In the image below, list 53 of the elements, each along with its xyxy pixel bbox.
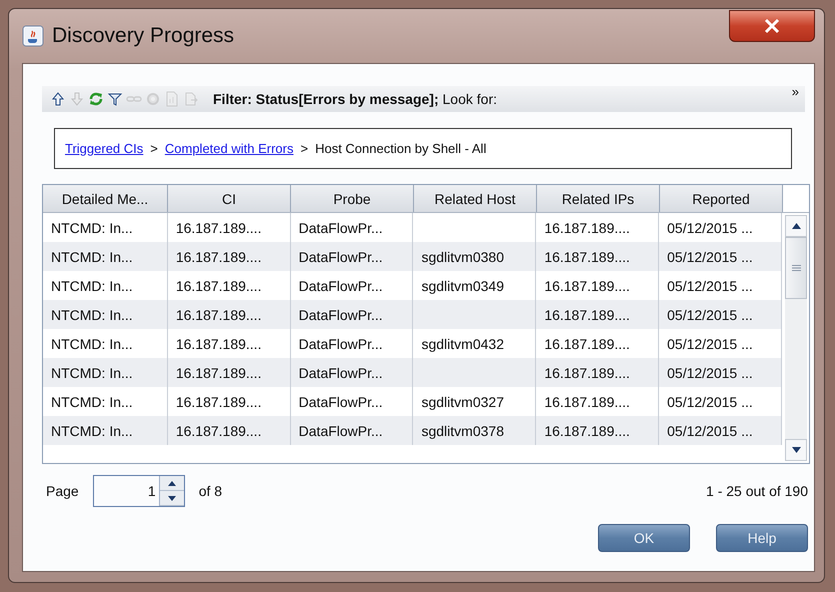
table-cell: 05/12/2015 ...	[659, 242, 782, 271]
table-cell: DataFlowPr...	[290, 242, 414, 271]
table-cell: 05/12/2015 ...	[659, 300, 782, 329]
table-cell: 16.187.189....	[536, 358, 660, 387]
breadcrumb-current: Host Connection by Shell - All	[315, 141, 486, 156]
filter-label: Filter: Status[Errors by message]; Look for:	[213, 91, 497, 107]
table-cell: 16.187.189....	[536, 300, 660, 329]
column-header[interactable]: CI	[168, 185, 291, 212]
table-cell: 16.187.189....	[168, 300, 291, 329]
table-cell: 16.187.189....	[168, 416, 291, 445]
cup-icon	[22, 25, 44, 47]
vertical-scrollbar[interactable]	[785, 215, 807, 461]
table-cell: NTCMD: In...	[43, 358, 168, 387]
table-cell: sgdlitvm0378	[413, 416, 536, 445]
table-cell: NTCMD: In...	[43, 300, 168, 329]
table-cell: 16.187.189....	[168, 358, 291, 387]
record-count: 1 - 25 out of 190	[706, 483, 808, 499]
table-cell: 16.187.189....	[536, 242, 660, 271]
table-cell: sgdlitvm0380	[413, 242, 536, 271]
filter-icon[interactable]	[107, 91, 123, 107]
column-header[interactable]: Related IPs	[537, 185, 660, 212]
table-cell: 16.187.189....	[536, 416, 660, 445]
close-button[interactable]	[729, 10, 815, 42]
breadcrumb-link[interactable]: Completed with Errors	[164, 141, 294, 156]
column-header[interactable]: Probe	[291, 185, 414, 212]
page-count: of 8	[198, 483, 222, 499]
scroll-up-icon[interactable]	[785, 215, 807, 237]
table-cell: NTCMD: In...	[43, 416, 168, 445]
breadcrumb-link[interactable]: Triggered CIs	[65, 141, 144, 156]
page-spinner[interactable]: 1	[92, 475, 185, 507]
breadcrumb-separator: >	[300, 141, 308, 156]
table-cell: DataFlowPr...	[290, 358, 414, 387]
scroll-down-icon[interactable]	[785, 439, 807, 461]
table-cell: 05/12/2015 ...	[659, 358, 782, 387]
column-header[interactable]: Detailed Me...	[43, 185, 168, 212]
table-cell: DataFlowPr...	[290, 416, 414, 445]
table-cell: NTCMD: In...	[43, 242, 168, 271]
help-button[interactable]: Help	[716, 524, 808, 552]
up-arrow-icon[interactable]	[50, 91, 66, 107]
table-cell: 05/12/2015 ...	[659, 416, 782, 445]
refresh-icon[interactable]	[88, 91, 104, 107]
page-label: Page	[46, 483, 79, 499]
spin-up-icon[interactable]	[160, 476, 184, 491]
overflow-button[interactable]: »	[792, 84, 799, 99]
scroll-thumb[interactable]	[785, 237, 807, 299]
close-icon[interactable]	[762, 18, 782, 34]
breadcrumb-separator: >	[150, 141, 158, 156]
table-cell: 16.187.189....	[168, 242, 291, 271]
ok-button[interactable]: OK	[598, 524, 690, 552]
window-title: Discovery Progress	[52, 24, 234, 48]
spin-down-icon[interactable]	[160, 491, 184, 506]
table-cell: DataFlowPr...	[290, 300, 414, 329]
column-header[interactable]: Related Host	[414, 185, 537, 212]
